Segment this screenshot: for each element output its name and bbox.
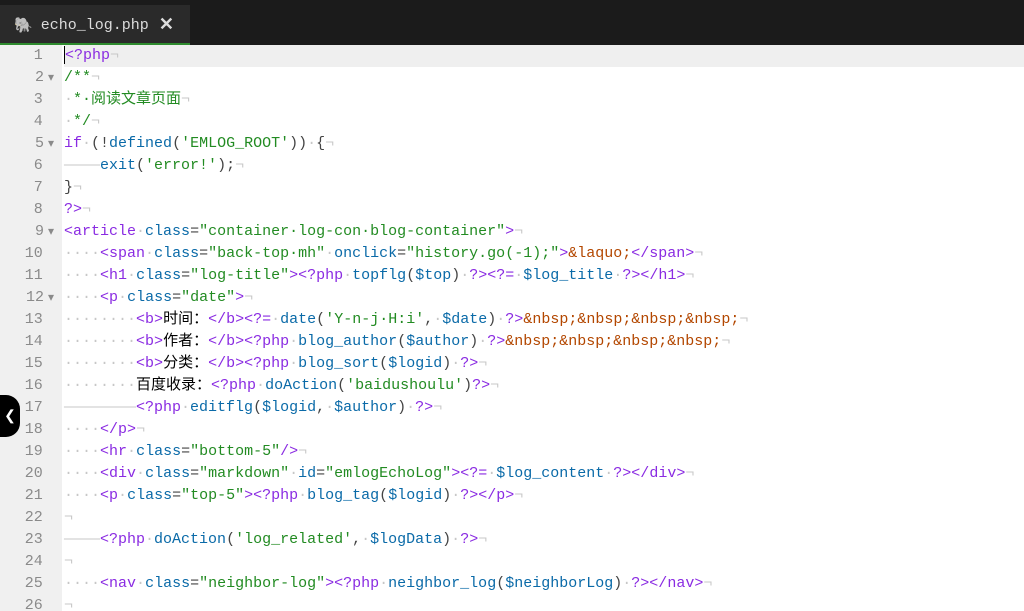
line-number: 19 <box>8 441 54 463</box>
code-line[interactable]: ····<p·class="date">¬ <box>64 287 1024 309</box>
tab-bar: 🐘 echo_log.php ✕ <box>0 0 1024 45</box>
line-number: 8 <box>8 199 54 221</box>
line-number: 15 <box>8 353 54 375</box>
editor[interactable]: ❮ 1 2▾3 4 5▾6 7 8 9▾10 11 12▾13 14 15 16… <box>0 45 1024 611</box>
code-line[interactable]: <article·class="container·log-con·blog-c… <box>64 221 1024 243</box>
line-number: 24 <box>8 551 54 573</box>
line-number: 20 <box>8 463 54 485</box>
line-number: 11 <box>8 265 54 287</box>
tab-filename: echo_log.php <box>41 17 149 34</box>
line-number: 6 <box>8 155 54 177</box>
code-line[interactable]: ?>¬ <box>64 199 1024 221</box>
line-number: 1 <box>8 45 54 67</box>
code-line[interactable]: ·*/¬ <box>64 111 1024 133</box>
line-number: 22 <box>8 507 54 529</box>
code-line[interactable]: ····<div·class="markdown"·id="emlogEchoL… <box>64 463 1024 485</box>
line-number: 2▾ <box>8 67 54 89</box>
line-number: 9▾ <box>8 221 54 243</box>
line-number: 23 <box>8 529 54 551</box>
code-line[interactable]: if·(!defined('EMLOG_ROOT'))·{¬ <box>64 133 1024 155</box>
code-line[interactable]: ¬ <box>64 507 1024 529</box>
php-file-icon: 🐘 <box>14 16 33 35</box>
code-line[interactable]: ····<span·class="back-top·mh"·onclick="h… <box>64 243 1024 265</box>
code-line[interactable]: ····<h1·class="log-title"><?php·topflg($… <box>64 265 1024 287</box>
line-number: 12▾ <box>8 287 54 309</box>
code-line[interactable]: ····<hr·class="bottom-5"/>¬ <box>64 441 1024 463</box>
file-tab[interactable]: 🐘 echo_log.php ✕ <box>0 5 190 45</box>
code-line[interactable]: ¬ <box>64 595 1024 611</box>
line-number: 14 <box>8 331 54 353</box>
line-number: 16 <box>8 375 54 397</box>
code-line[interactable]: ————exit('error!');¬ <box>64 155 1024 177</box>
line-number: 25 <box>8 573 54 595</box>
line-number-gutter[interactable]: 1 2▾3 4 5▾6 7 8 9▾10 11 12▾13 14 15 16 1… <box>0 45 62 611</box>
side-panel-handle[interactable]: ❮ <box>0 395 20 437</box>
line-number: 21 <box>8 485 54 507</box>
line-number: 3 <box>8 89 54 111</box>
close-icon[interactable]: ✕ <box>153 14 180 36</box>
code-line[interactable]: ········<b>分类：</b><?php·blog_sort($logid… <box>64 353 1024 375</box>
code-line[interactable]: ····<p·class="top-5"><?php·blog_tag($log… <box>64 485 1024 507</box>
code-line[interactable]: ····</p>¬ <box>64 419 1024 441</box>
code-line[interactable]: ————————<?php·editflg($logid,·$author)·?… <box>64 397 1024 419</box>
fold-icon[interactable]: ▾ <box>48 287 54 309</box>
code-line[interactable]: ········<b>作者：</b><?php·blog_author($aut… <box>64 331 1024 353</box>
code-line[interactable]: ¬ <box>64 551 1024 573</box>
fold-icon[interactable]: ▾ <box>48 67 54 89</box>
fold-icon[interactable]: ▾ <box>48 221 54 243</box>
line-number: 13 <box>8 309 54 331</box>
code-line[interactable]: ········<b>时间：</b><?=·date('Y-n-j·H:i',·… <box>64 309 1024 331</box>
line-number: 10 <box>8 243 54 265</box>
code-line[interactable]: ·*·阅读文章页面¬ <box>64 89 1024 111</box>
code-line[interactable]: /**¬ <box>64 67 1024 89</box>
fold-icon[interactable]: ▾ <box>48 133 54 155</box>
code-line[interactable]: <?php¬ <box>64 45 1024 67</box>
code-line[interactable]: ····<nav·class="neighbor-log"><?php·neig… <box>64 573 1024 595</box>
line-number: 26 <box>8 595 54 611</box>
code-line[interactable]: ————<?php·doAction('log_related',·$logDa… <box>64 529 1024 551</box>
line-number: 7 <box>8 177 54 199</box>
line-number: 4 <box>8 111 54 133</box>
code-line[interactable]: ········百度收录：<?php·doAction('baidushoulu… <box>64 375 1024 397</box>
code-area[interactable]: <?php¬/**¬·*·阅读文章页面¬·*/¬if·(!defined('EM… <box>62 45 1024 611</box>
code-line[interactable]: }¬ <box>64 177 1024 199</box>
line-number: 5▾ <box>8 133 54 155</box>
